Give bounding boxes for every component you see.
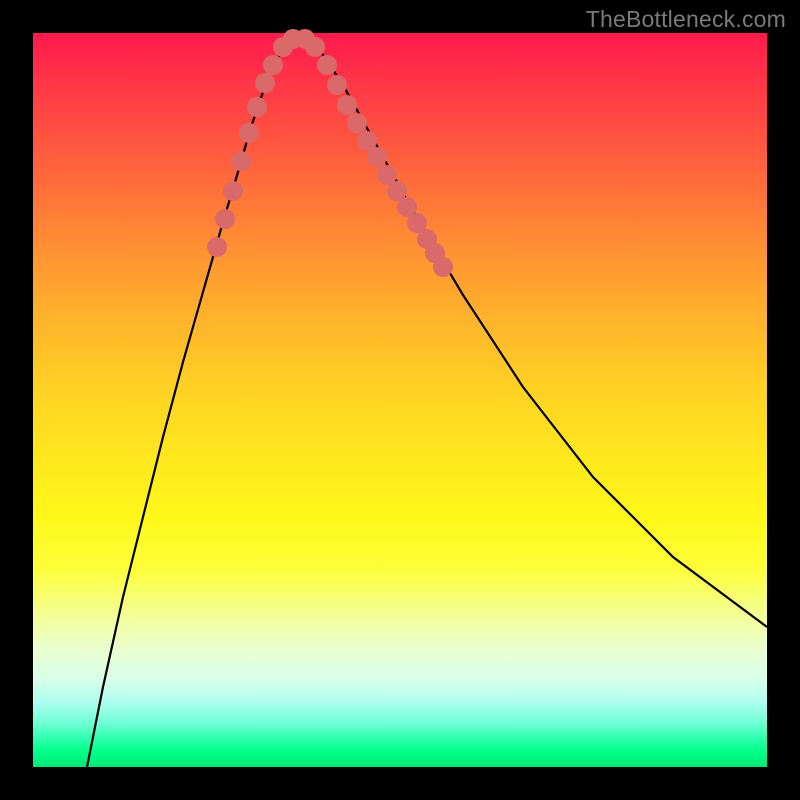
- highlight-dot: [347, 113, 367, 133]
- highlight-dot: [317, 55, 337, 75]
- highlight-dot: [255, 73, 275, 93]
- highlight-dot: [247, 97, 267, 117]
- highlight-dot: [215, 209, 235, 229]
- highlight-dot: [231, 151, 251, 171]
- highlight-dot: [367, 147, 387, 167]
- highlight-dot: [263, 55, 283, 75]
- highlight-markers: [207, 29, 453, 277]
- bottleneck-curve: [87, 37, 767, 767]
- chart-svg: [33, 33, 767, 767]
- highlight-dot: [337, 95, 357, 115]
- watermark-text: TheBottleneck.com: [586, 6, 786, 33]
- highlight-dot: [327, 75, 347, 95]
- highlight-dot: [305, 37, 325, 57]
- highlight-dot: [239, 123, 259, 143]
- highlight-dot: [207, 237, 227, 257]
- highlight-dot: [433, 257, 453, 277]
- highlight-dot: [223, 181, 243, 201]
